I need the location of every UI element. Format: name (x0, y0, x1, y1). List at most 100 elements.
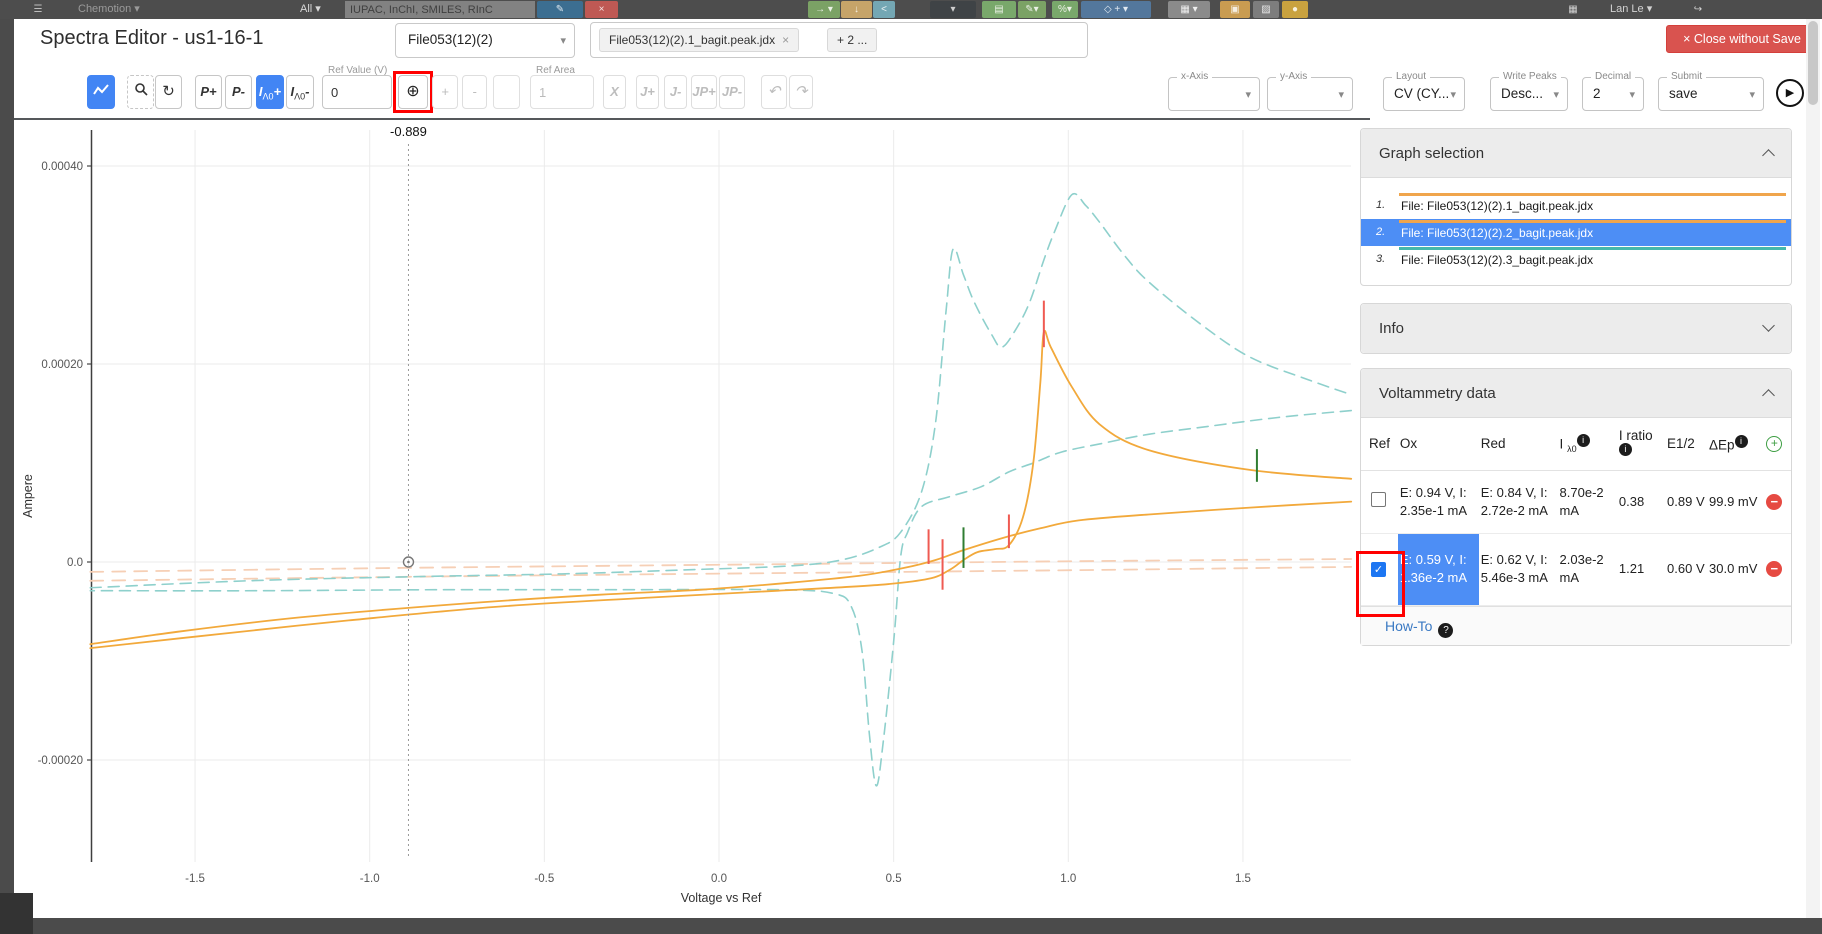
ox-cell[interactable]: E: 0.59 V, I: 1.36e-2 mA (1398, 533, 1479, 605)
tab-more[interactable]: + 2 ... (827, 28, 877, 52)
x-tick-label: 0.5 (886, 873, 902, 885)
brand[interactable]: Chemotion ▾ (78, 0, 140, 19)
peak-add-button[interactable]: P+ (195, 75, 222, 109)
red-cell[interactable]: E: 0.84 V, I: 2.72e-2 mA (1479, 470, 1558, 533)
iao-plus-button[interactable]: IΛ0+ (256, 75, 284, 109)
report-button[interactable]: ▤ (982, 1, 1016, 18)
image-button[interactable]: ▨ (1253, 1, 1279, 18)
remove-row-icon[interactable]: − (1766, 561, 1782, 577)
close-icon: × (1683, 32, 1690, 46)
qr-scan-button[interactable]: ▦ ▾ (1168, 1, 1210, 18)
item-label: File: File053(12)(2).1_bagit.peak.jdx (1401, 199, 1593, 213)
tab-file1[interactable]: File053(12)(2).1_bagit.peak.jdx× (599, 28, 799, 52)
y-axis-select[interactable]: y-Axis ▾ (1267, 77, 1353, 111)
add-row-icon[interactable]: + (1766, 436, 1782, 452)
info-header[interactable]: Info (1361, 304, 1791, 353)
clear-search-button[interactable]: × (585, 1, 618, 18)
iao-minus-button[interactable]: IΛ0- (286, 75, 314, 109)
layout-select[interactable]: Layout CV (CY...▾ (1383, 77, 1465, 111)
ref-checkbox[interactable] (1371, 492, 1386, 507)
file-select[interactable]: File053(12)(2) ▾ (395, 23, 575, 58)
graph-list-item-2[interactable]: 2.File: File053(12)(2).2_bagit.peak.jdx (1361, 219, 1791, 246)
manage-collections-button[interactable]: ▾ (930, 1, 976, 18)
j-minus-button[interactable]: J- (664, 75, 687, 109)
undo-icon: ↶ (768, 83, 781, 100)
search-scope-dropdown[interactable]: All ▾ (300, 0, 321, 19)
info-icon[interactable]: i (1735, 435, 1748, 448)
move-button[interactable]: → ▾ (808, 1, 840, 18)
reset-zoom-button[interactable]: ↻ (155, 75, 182, 109)
x-tick-label: 0.0 (711, 873, 727, 885)
close-without-save-button[interactable]: × Close without Save (1666, 25, 1818, 53)
j-plus-button[interactable]: J+ (636, 75, 659, 109)
percent-button[interactable]: %▾ (1052, 1, 1078, 18)
peak-remove-button[interactable]: P- (225, 75, 252, 109)
calendar-button[interactable]: ▦ (1563, 1, 1583, 18)
zoom-select-button[interactable] (127, 75, 154, 109)
chevron-down-icon: ▾ (1749, 88, 1755, 101)
e-half-cell: 0.60 V (1665, 533, 1707, 605)
clear-button[interactable]: X (603, 75, 626, 109)
set-reference-point-button[interactable]: ⊕ (398, 75, 428, 109)
delta-ep-cell: 99.9 mV (1707, 470, 1764, 533)
submit-select[interactable]: Submit save▾ (1658, 77, 1764, 111)
share-button[interactable]: < (873, 1, 895, 18)
graph-list-item-1[interactable]: 1.File: File053(12)(2).1_bagit.peak.jdx (1361, 192, 1791, 219)
x-axis-select[interactable]: x-Axis ▾ (1168, 77, 1260, 111)
chevron-down-icon: ▾ (1629, 88, 1635, 101)
submit-play-button[interactable]: ▶ (1776, 79, 1804, 107)
chart-area[interactable]: 0.000400.000200.0-0.00020-1.5-1.0-0.50.0… (14, 118, 1370, 918)
search-input[interactable] (345, 1, 535, 18)
voltammetry-header[interactable]: Voltammetry data (1361, 369, 1791, 418)
undo-button[interactable]: ↶ (761, 75, 787, 109)
chevron-down-icon: ▾ (1450, 88, 1456, 101)
x-tick-label: -1.5 (185, 873, 205, 885)
edit-button[interactable]: ✎ (537, 1, 583, 18)
bell-button[interactable]: ● (1282, 1, 1308, 18)
close-icon[interactable]: × (782, 33, 789, 47)
red-cell[interactable]: E: 0.62 V, I: 5.46e-3 mA (1479, 533, 1558, 605)
ref-value-input[interactable] (322, 75, 392, 109)
scrollbar-track[interactable] (1806, 19, 1820, 918)
molecule-add-button[interactable]: ◇ + ▾ (1081, 1, 1151, 18)
edit-sample-button[interactable]: ✎▾ (1018, 1, 1046, 18)
item-label: File: File053(12)(2).3_bagit.peak.jdx (1401, 253, 1593, 267)
redo-button[interactable]: ↷ (789, 75, 813, 109)
y-tick-label: -0.00020 (38, 755, 83, 767)
aux-input[interactable] (493, 75, 520, 109)
scrollbar-thumb[interactable] (1808, 21, 1818, 105)
y-axis-title: Ampere (21, 474, 35, 518)
line-chart-icon (93, 84, 109, 96)
series-color-bar (1399, 247, 1786, 250)
bottom-left-artifact (0, 893, 33, 934)
cv-plot[interactable]: 0.000400.000200.0-0.00020-1.5-1.0-0.50.0… (14, 120, 1370, 918)
graph-list-item-3[interactable]: 3.File: File053(12)(2).3_bagit.peak.jdx (1361, 246, 1791, 273)
write-peaks-select[interactable]: Write Peaks Desc...▾ (1490, 77, 1568, 111)
hamburger-icon[interactable]: ☰ (30, 1, 46, 18)
jp-minus-button[interactable]: JP- (719, 75, 745, 109)
jp-plus-button[interactable]: JP+ (691, 75, 717, 109)
info-icon[interactable]: i (1619, 443, 1632, 456)
how-to-link[interactable]: How-To (1385, 618, 1432, 634)
i-ratio-cell: 0.38 (1617, 470, 1665, 533)
user-menu[interactable]: Lan Le ▾ (1610, 0, 1652, 19)
top-navbar: Chemotion ▾ All ▾ Lan Le ▾ ☰ ✎× → ▾↓< ▾ ▤✎▾%… (0, 0, 1822, 19)
ox-cell[interactable]: E: 0.94 V, I: 2.35e-1 mA (1398, 470, 1479, 533)
item-label: File: File053(12)(2).2_bagit.peak.jdx (1401, 226, 1593, 240)
decrease-button[interactable]: - (462, 75, 487, 109)
question-icon[interactable]: ? (1438, 623, 1453, 638)
ref-area-input[interactable] (530, 75, 594, 109)
inbox-button[interactable]: ▣ (1220, 1, 1250, 18)
line-chart-mode-button[interactable] (87, 75, 115, 109)
decimal-select[interactable]: Decimal 2▾ (1582, 77, 1644, 111)
action-cell: − (1764, 533, 1791, 605)
export-button[interactable]: ↓ (841, 1, 872, 18)
graph-selection-header[interactable]: Graph selection (1361, 129, 1791, 178)
x-axis-title: Voltage vs Ref (681, 891, 762, 905)
remove-row-icon[interactable]: − (1766, 494, 1782, 510)
info-icon[interactable]: i (1577, 434, 1590, 447)
increase-button[interactable]: + (432, 75, 458, 109)
series-color-bar (1399, 220, 1786, 223)
logout-button[interactable]: ↪ (1688, 1, 1708, 18)
voltammetry-panel: Voltammetry data Ref Ox Red I λ0i I rati… (1360, 368, 1792, 646)
